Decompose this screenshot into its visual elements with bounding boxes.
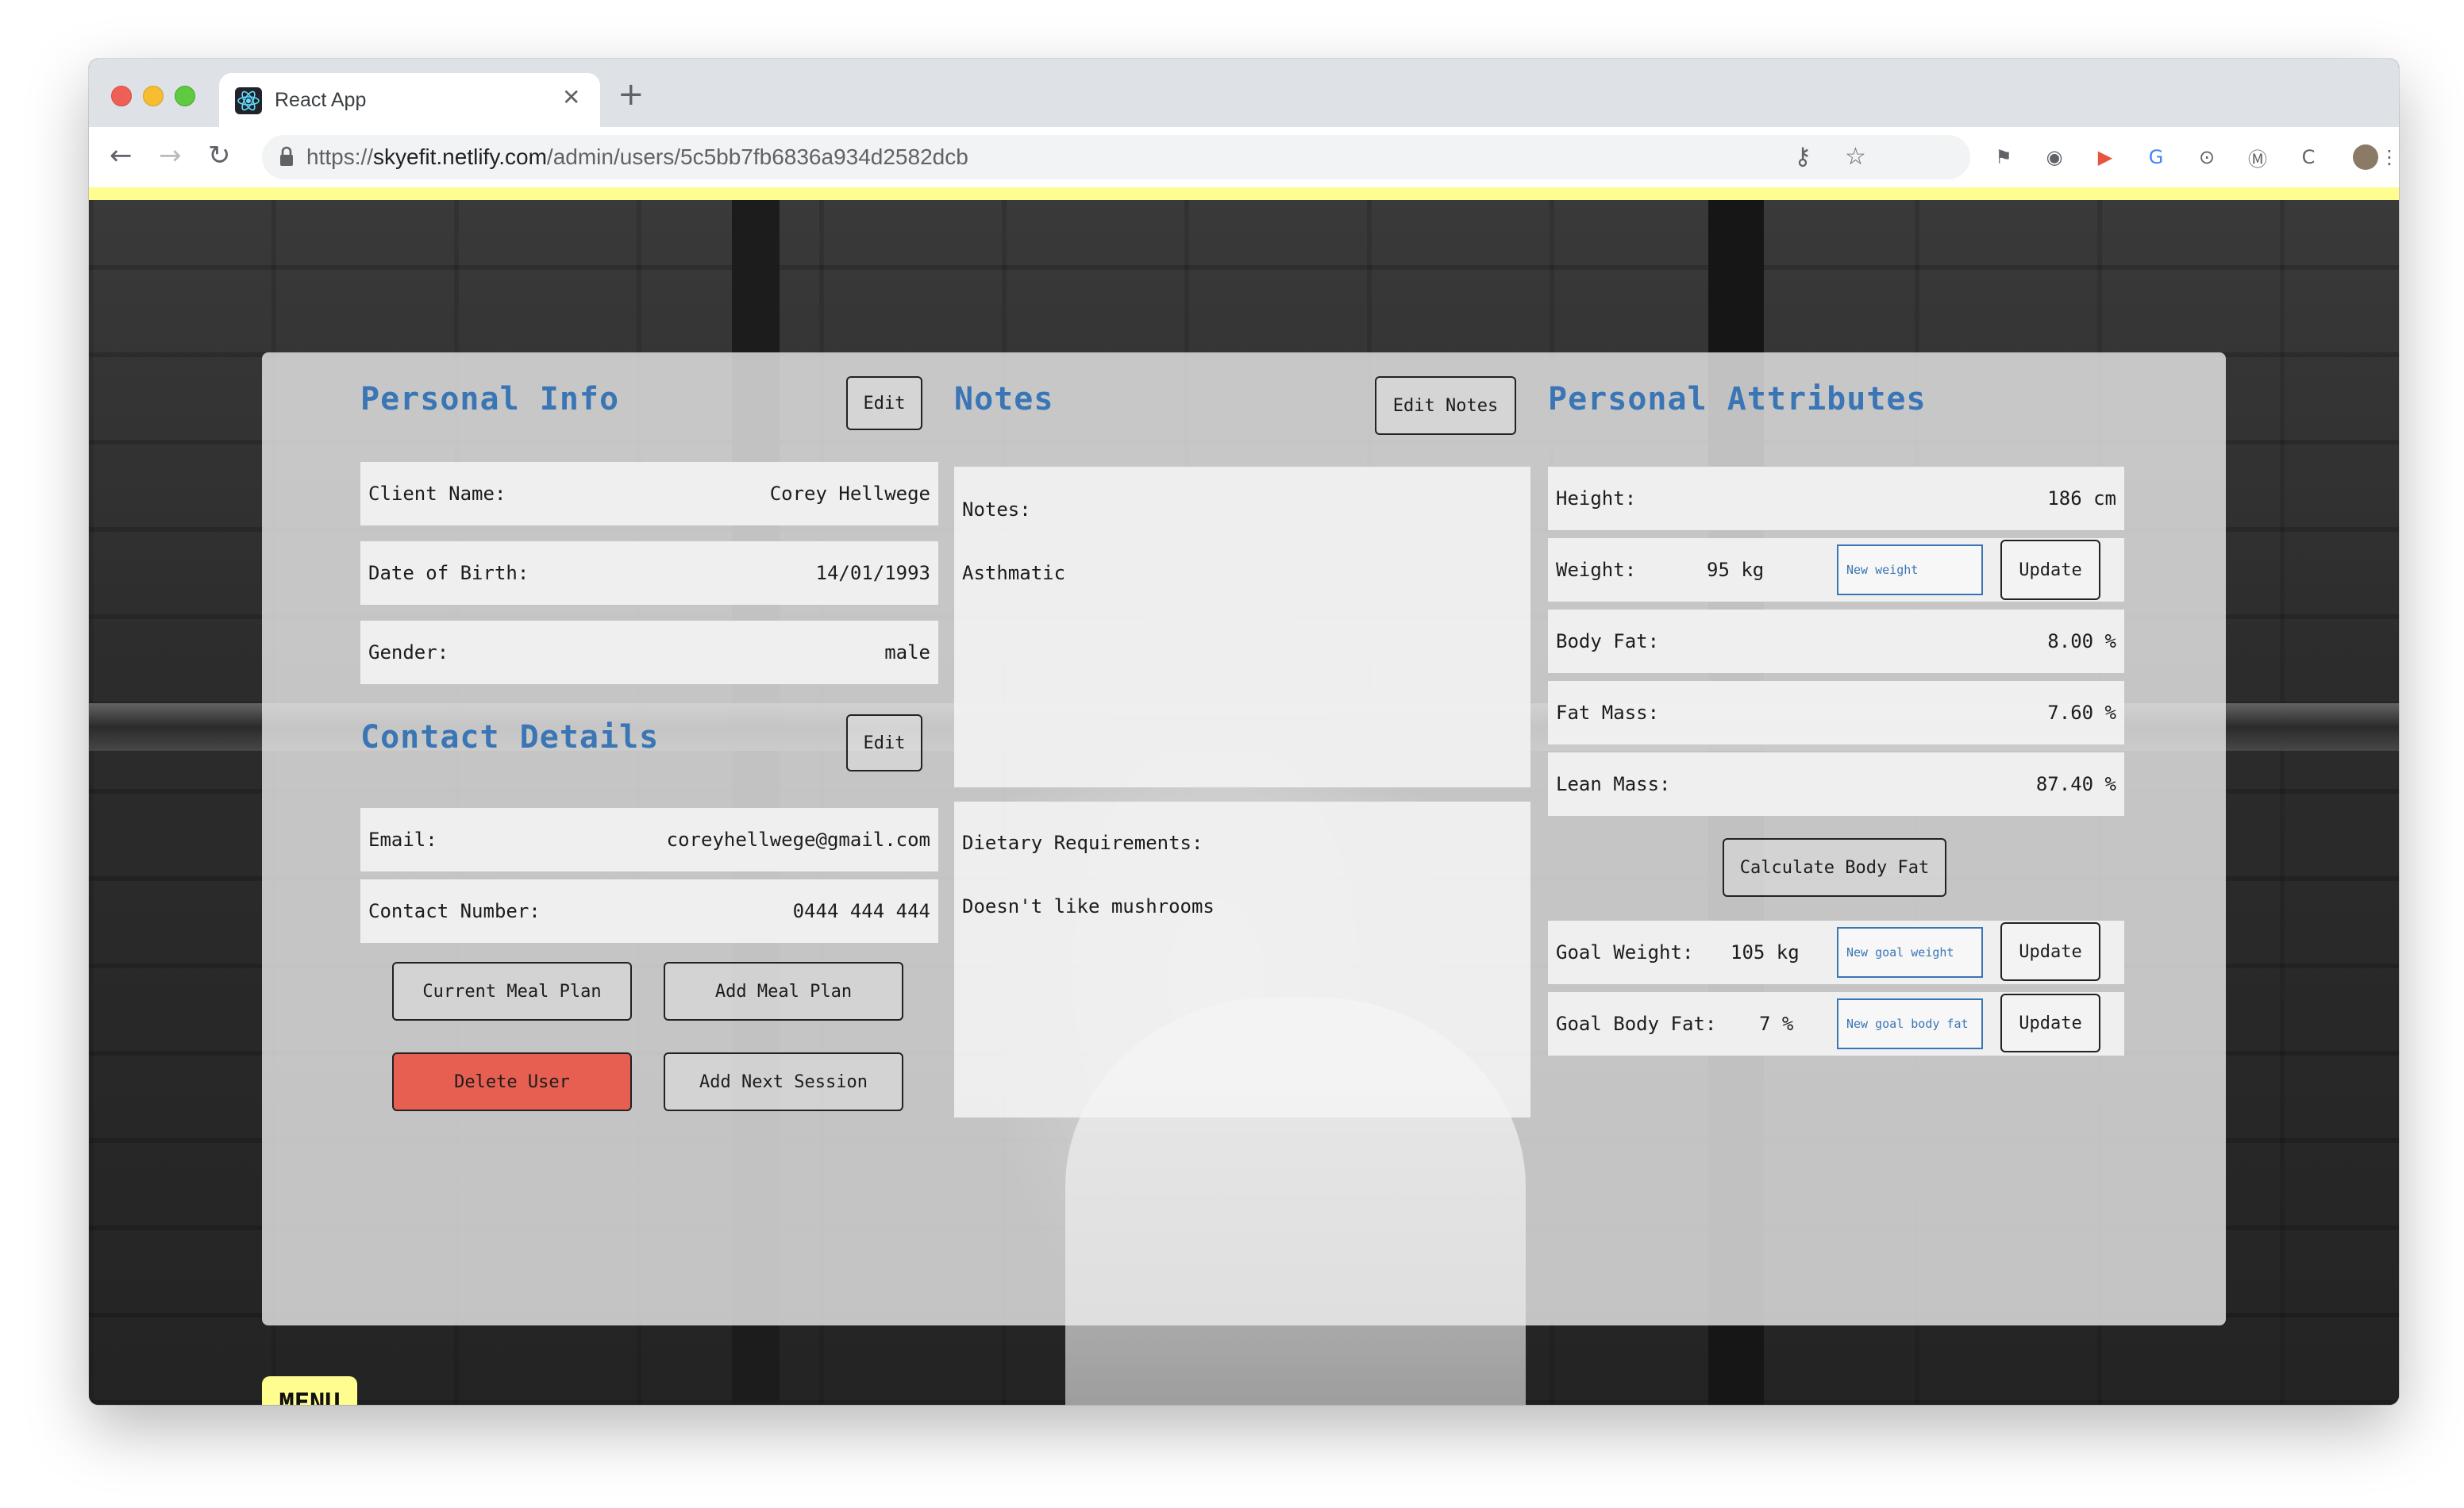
dob-label: Date of Birth: — [368, 562, 529, 584]
dietary-box: Dietary Requirements: Doesn't like mushr… — [954, 802, 1530, 1118]
notes-label: Notes: — [962, 498, 1031, 521]
react-icon — [235, 87, 262, 114]
personal-info-heading: Personal Info — [360, 381, 620, 417]
email-value: coreyhellwege@gmail.com — [666, 829, 930, 851]
lock-icon — [280, 146, 293, 166]
height-label: Height: — [1556, 487, 1637, 510]
height-row: Height: 186 cm — [1548, 467, 2124, 530]
email-label: Email: — [368, 829, 437, 851]
browser-tab[interactable]: React App ✕ — [219, 73, 600, 129]
notes-value: Asthmatic — [962, 562, 1066, 584]
flag-extension-icon[interactable]: ⚑ — [1991, 144, 2016, 170]
client-name-label: Client Name: — [368, 483, 506, 505]
reload-icon[interactable]: ↻ — [208, 140, 231, 171]
contact-number-value: 0444 444 444 — [792, 900, 930, 922]
tab-title: React App — [275, 89, 367, 111]
record-extension-icon[interactable]: ▶ — [2092, 144, 2118, 170]
menu-kebab-icon[interactable]: ⋮ — [2377, 144, 2399, 170]
url-path: /admin/users/5c5bb7fb6836a934d2582dcb — [546, 144, 968, 169]
current-meal-plan-button[interactable]: Current Meal Plan — [392, 962, 632, 1021]
client-name-row: Client Name: Corey Hellwege — [360, 462, 938, 525]
edit-contact-details-button[interactable]: Edit — [846, 714, 922, 771]
dob-value: 14/01/1993 — [815, 562, 931, 584]
add-meal-plan-button[interactable]: Add Meal Plan — [664, 962, 903, 1021]
lean-mass-row: Lean Mass: 87.40 % — [1548, 752, 2124, 816]
goal-body-fat-value: 7 % — [1759, 1013, 1794, 1035]
top-accent-bar — [89, 187, 2399, 200]
goal-weight-row: Goal Weight: 105 kg Update — [1548, 921, 2124, 984]
lean-mass-value: 87.40 % — [2035, 773, 2116, 795]
browser-toolbar: ← → ↻ https://skyefit.netlify.com/admin/… — [89, 127, 2399, 188]
gender-value: male — [884, 641, 930, 664]
goal-body-fat-label: Goal Body Fat: — [1556, 1013, 1717, 1035]
close-window-button[interactable] — [111, 86, 132, 106]
minimize-window-button[interactable] — [143, 86, 164, 106]
m-extension-icon[interactable]: Ⓜ — [2245, 144, 2270, 171]
star-icon[interactable]: ☆ — [1845, 143, 1866, 171]
key-icon[interactable]: ⚷ — [1794, 143, 1811, 171]
translate-extension-icon[interactable]: G — [2143, 144, 2169, 170]
camera-extension-icon[interactable]: ◉ — [2042, 144, 2067, 170]
body-fat-row: Body Fat: 8.00 % — [1548, 610, 2124, 673]
tab-strip: React App ✕ + — [89, 59, 2399, 129]
contact-number-row: Contact Number: 0444 444 444 — [360, 879, 938, 943]
gender-row: Gender: male — [360, 621, 938, 684]
client-name-value: Corey Hellwege — [769, 483, 930, 505]
maximize-window-button[interactable] — [175, 86, 195, 106]
update-goal-weight-button[interactable]: Update — [2000, 922, 2100, 981]
update-goal-body-fat-button[interactable]: Update — [2000, 994, 2100, 1052]
dob-row: Date of Birth: 14/01/1993 — [360, 541, 938, 605]
body-fat-label: Body Fat: — [1556, 630, 1660, 652]
goal-weight-label: Goal Weight: — [1556, 941, 1694, 964]
fat-mass-value: 7.60 % — [2047, 702, 2116, 724]
edit-personal-info-button[interactable]: Edit — [846, 376, 922, 430]
page-content: Personal Info Edit Client Name: Corey He… — [89, 187, 2399, 1405]
personal-attributes-heading: Personal Attributes — [1548, 381, 1927, 417]
new-goal-body-fat-input[interactable] — [1837, 998, 1983, 1049]
url-scheme: https:// — [306, 144, 374, 169]
delete-user-button[interactable]: Delete User — [392, 1052, 632, 1111]
profile-avatar[interactable] — [2353, 144, 2378, 170]
calculate-body-fat-button[interactable]: Calculate Body Fat — [1723, 838, 1946, 897]
add-next-session-button[interactable]: Add Next Session — [664, 1052, 903, 1111]
edit-notes-button[interactable]: Edit Notes — [1375, 376, 1516, 435]
weight-value: 95 kg — [1707, 559, 1765, 581]
notes-box: Notes: Asthmatic — [954, 467, 1530, 787]
email-row: Email: coreyhellwege@gmail.com — [360, 808, 938, 871]
code-extension-icon[interactable]: ⊙ — [2194, 144, 2220, 170]
new-weight-input[interactable] — [1837, 544, 1983, 595]
contact-number-label: Contact Number: — [368, 900, 541, 922]
update-weight-button[interactable]: Update — [2000, 540, 2100, 600]
browser-window: React App ✕ + ← → ↻ https://skyefit.netl… — [89, 59, 2399, 1405]
lean-mass-label: Lean Mass: — [1556, 773, 1671, 795]
fat-mass-row: Fat Mass: 7.60 % — [1548, 681, 2124, 744]
forward-arrow-icon[interactable]: → — [159, 140, 182, 171]
url-text: https://skyefit.netlify.com/admin/users/… — [306, 144, 968, 170]
dietary-value: Doesn't like mushrooms — [962, 895, 1215, 917]
tab-close-icon[interactable]: ✕ — [562, 84, 580, 110]
c-extension-icon[interactable]: C — [2296, 144, 2321, 170]
body-fat-value: 8.00 % — [2047, 630, 2116, 652]
weight-row: Weight: 95 kg Update — [1548, 538, 2124, 602]
notes-heading: Notes — [954, 381, 1054, 417]
weight-label: Weight: — [1556, 559, 1637, 581]
back-arrow-icon[interactable]: ← — [110, 140, 133, 171]
menu-button[interactable]: MENU — [262, 1376, 357, 1405]
contact-details-heading: Contact Details — [360, 719, 660, 756]
new-goal-weight-input[interactable] — [1837, 927, 1983, 978]
goal-weight-value: 105 kg — [1731, 941, 1800, 964]
fat-mass-label: Fat Mass: — [1556, 702, 1660, 724]
gender-label: Gender: — [368, 641, 449, 664]
new-tab-button[interactable]: + — [618, 76, 645, 113]
height-value: 186 cm — [2047, 487, 2116, 510]
url-host: skyefit.netlify.com — [373, 144, 547, 169]
user-detail-panel: Personal Info Edit Client Name: Corey He… — [262, 352, 2226, 1325]
dietary-label: Dietary Requirements: — [962, 832, 1203, 854]
address-bar[interactable]: https://skyefit.netlify.com/admin/users/… — [262, 135, 1970, 179]
goal-body-fat-row: Goal Body Fat: 7 % Update — [1548, 992, 2124, 1056]
